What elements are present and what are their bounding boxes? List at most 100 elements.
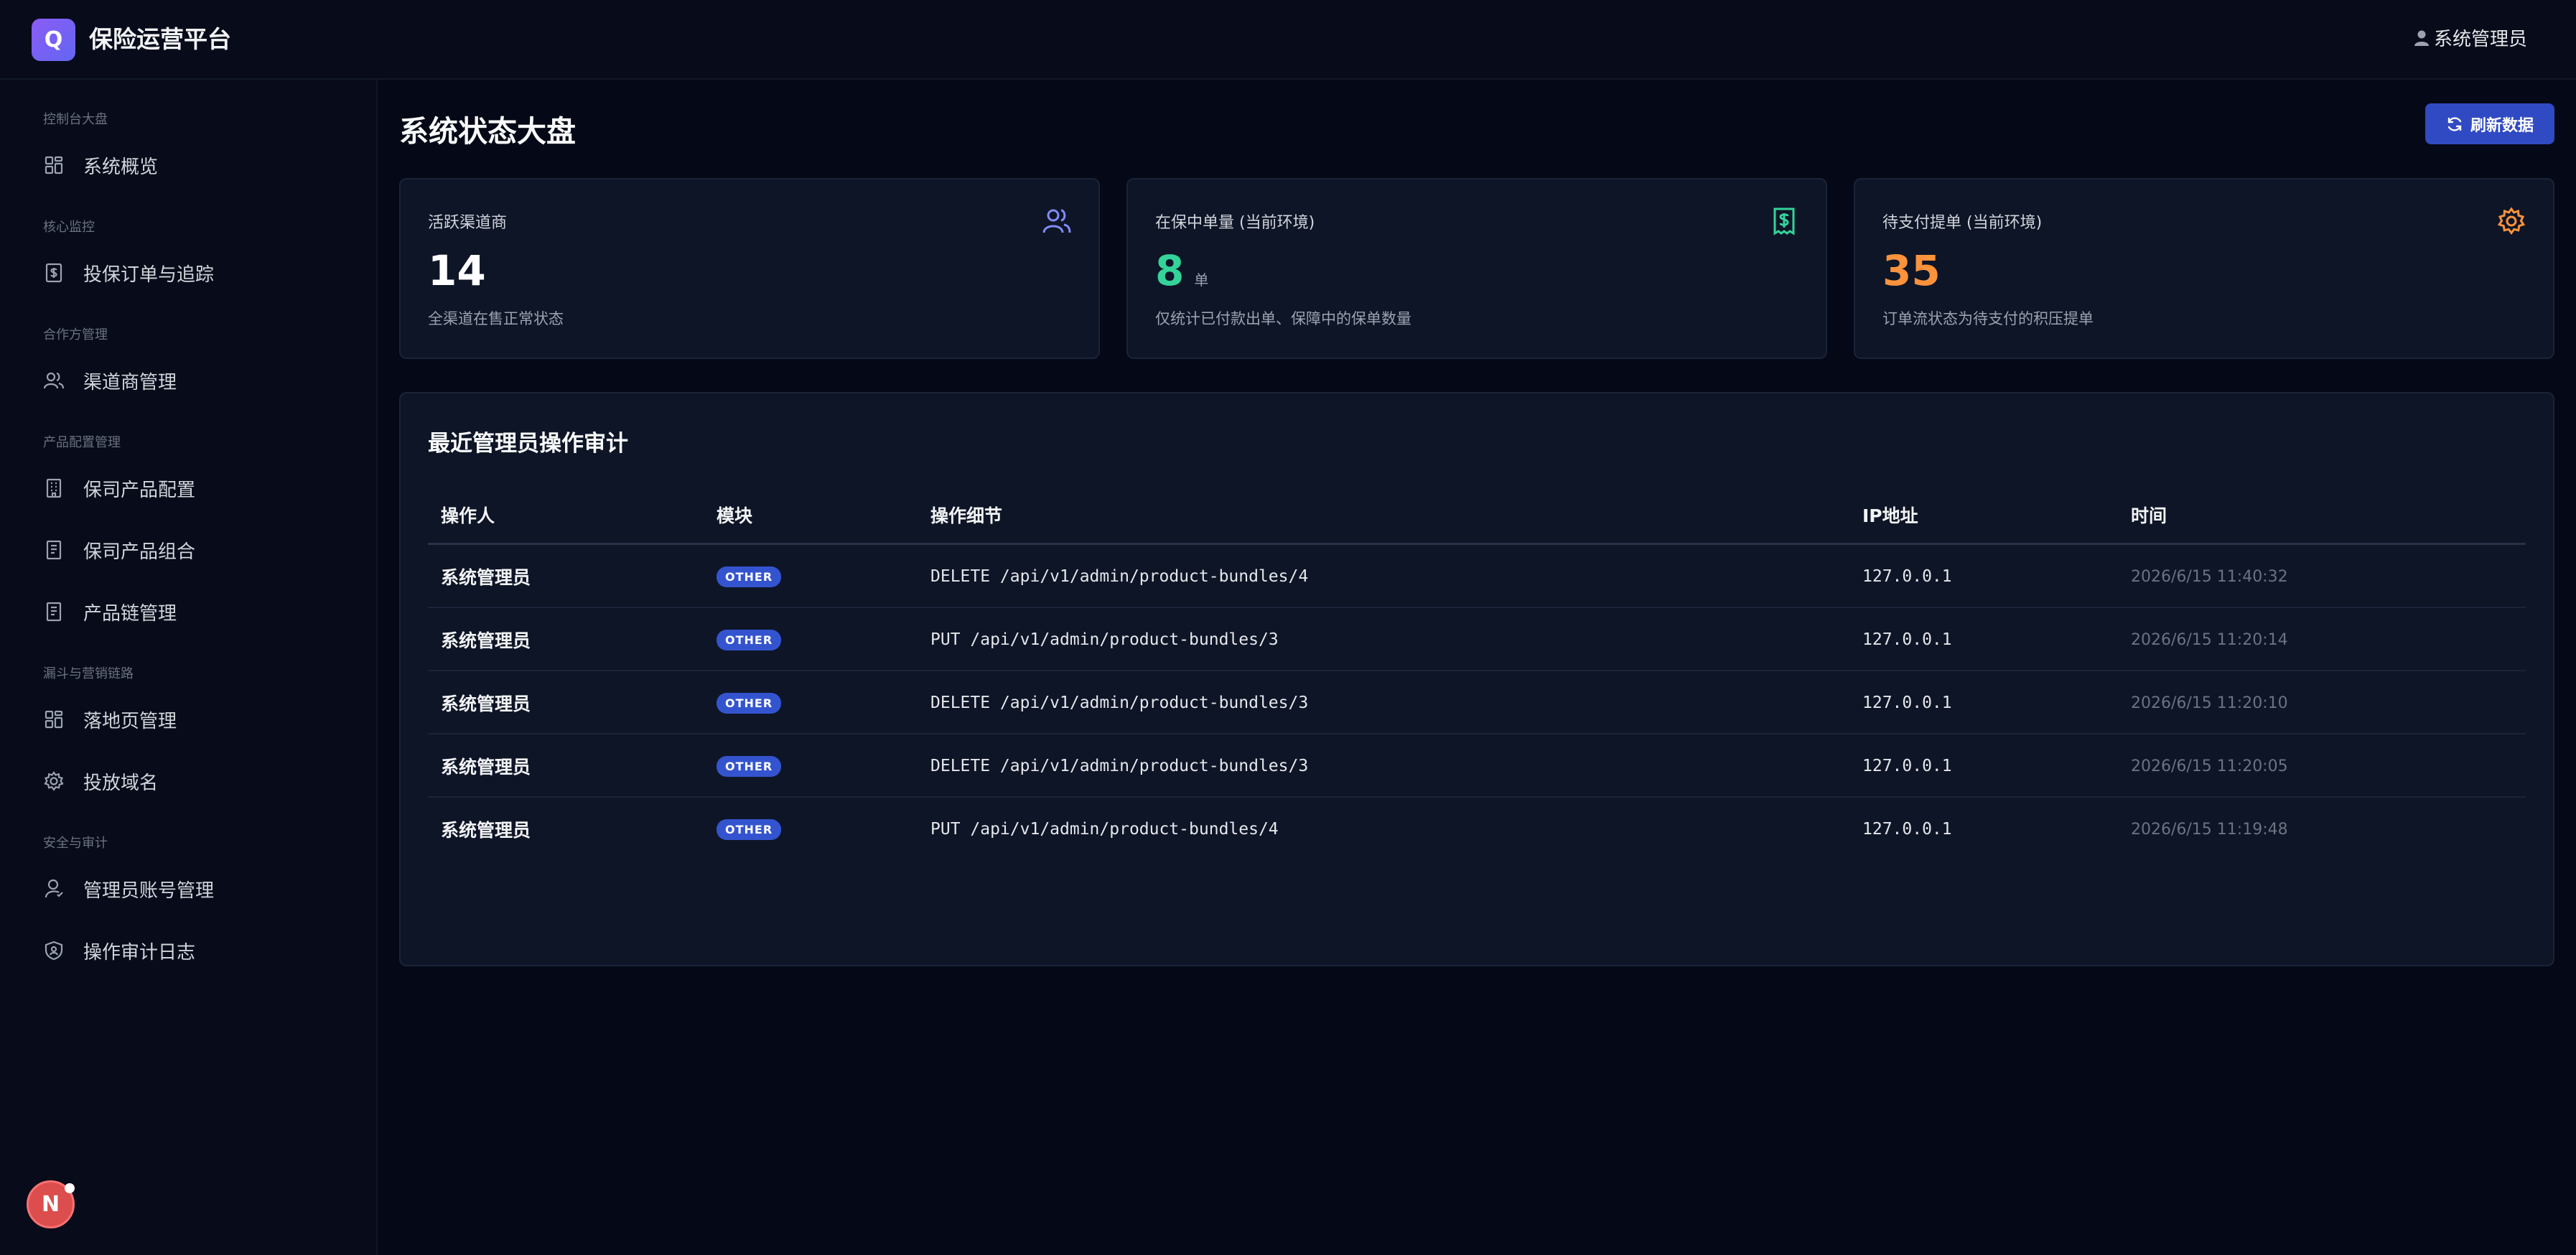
- top-header: Q 保险运营平台 系统管理员: [0, 0, 2576, 80]
- sidebar-item-insurer-products[interactable]: 保司产品配置: [43, 467, 359, 510]
- cell-operator: 系统管理员: [441, 820, 531, 841]
- sidebar-item-channels[interactable]: 渠道商管理: [43, 359, 359, 402]
- cell-time: 2026/6/15 11:20:10: [2131, 694, 2288, 712]
- stat-card-active-policies: 在保中单量 (当前环境) 8单 仅统计已付款出单、保障中的保单数量: [1126, 178, 1827, 359]
- table-row: 系统管理员 OTHER PUT /api/v1/admin/product-bu…: [428, 608, 2526, 671]
- gear-icon: [2497, 207, 2526, 235]
- cell-detail: DELETE /api/v1/admin/product-bundles/4: [930, 567, 1309, 586]
- cell-detail: DELETE /api/v1/admin/product-bundles/3: [930, 694, 1309, 712]
- column-header-ip: IP地址: [1862, 505, 1918, 526]
- sidebar-item-label: 投保订单与追踪: [83, 263, 215, 286]
- table-row: 系统管理员 OTHER DELETE /api/v1/admin/product…: [428, 734, 2526, 798]
- sidebar-item-orders[interactable]: 投保订单与追踪: [43, 251, 359, 294]
- cell-operator: 系统管理员: [441, 567, 531, 588]
- logo-letter: Q: [44, 27, 63, 52]
- sidebar-item-label: 管理员账号管理: [83, 880, 215, 902]
- cell-module: OTHER: [717, 608, 782, 671]
- cell-detail: PUT /api/v1/admin/product-bundles/4: [930, 820, 1279, 839]
- cell-module: OTHER: [717, 734, 782, 798]
- receipt-icon: [1773, 207, 1795, 235]
- sidebar-item-label: 渠道商管理: [83, 371, 177, 393]
- user-menu[interactable]: 系统管理员: [2414, 24, 2527, 51]
- sidebar-item-landing-pages[interactable]: 落地页管理: [43, 698, 359, 741]
- cell-time: 2026/6/15 11:20:05: [2131, 757, 2288, 775]
- dev-badge-letter: N: [41, 1192, 60, 1217]
- nav-group-products: 产品配置管理: [43, 435, 121, 450]
- user-icon: [43, 878, 65, 900]
- stat-card-pending-payments: 待支付提单 (当前环境) 35 订单流状态为待支付的积压提单: [1854, 178, 2554, 359]
- user-icon: [2414, 30, 2429, 46]
- module-badge: OTHER: [717, 566, 782, 587]
- cell-ip: 127.0.0.1: [1862, 694, 1952, 712]
- sidebar-item-label: 系统概览: [83, 156, 159, 178]
- shield-icon: [43, 940, 65, 961]
- cell-module: OTHER: [717, 671, 782, 734]
- module-badge: OTHER: [717, 629, 782, 650]
- cell-operator: 系统管理员: [441, 757, 531, 778]
- building-icon: [43, 477, 65, 499]
- cell-ip: 127.0.0.1: [1862, 630, 1952, 649]
- sidebar: 控制台大盘 系统概览 核心监控 投保订单与追踪 合作方管理 渠道商管理 产品配置…: [0, 80, 378, 1255]
- nav-group-security: 安全与审计: [43, 836, 108, 851]
- nav-group-dashboard: 控制台大盘: [43, 112, 108, 127]
- gear-icon: [43, 770, 65, 792]
- cell-ip: 127.0.0.1: [1862, 567, 1952, 586]
- audit-panel: 最近管理员操作审计 操作人 模块 操作细节 IP地址 时间 系统管理员 OTHE…: [399, 392, 2554, 966]
- column-header-module: 模块: [717, 505, 753, 526]
- sidebar-item-label: 保司产品组合: [83, 541, 196, 563]
- notification-dot: [65, 1183, 75, 1193]
- sidebar-item-admin-accounts[interactable]: 管理员账号管理: [43, 867, 359, 910]
- cell-operator: 系统管理员: [441, 630, 531, 651]
- column-header-operator: 操作人: [441, 505, 495, 526]
- document-icon: [43, 601, 65, 622]
- receipt-icon: [43, 262, 65, 284]
- app-logo[interactable]: Q: [32, 19, 75, 61]
- cell-detail: PUT /api/v1/admin/product-bundles/3: [930, 630, 1279, 649]
- stat-description: 仅统计已付款出单、保障中的保单数量: [1155, 310, 1411, 327]
- cell-ip: 127.0.0.1: [1862, 820, 1952, 839]
- grid-icon: [43, 709, 65, 730]
- stat-card-active-channels: 活跃渠道商 14 全渠道在售正常状态: [399, 178, 1100, 359]
- sidebar-item-product-bundles[interactable]: 保司产品组合: [43, 528, 359, 571]
- stat-value: 8单: [1155, 246, 1209, 295]
- stat-unit: 单: [1194, 271, 1209, 289]
- cell-ip: 127.0.0.1: [1862, 757, 1952, 775]
- refresh-icon: [2447, 116, 2462, 131]
- users-icon: [43, 370, 65, 391]
- document-icon: [43, 539, 65, 561]
- app-title: 保险运营平台: [89, 25, 231, 53]
- cell-operator: 系统管理员: [441, 694, 531, 714]
- nav-group-funnel: 漏斗与营销链路: [43, 666, 134, 681]
- main-content: 系统状态大盘 刷新数据 活跃渠道商 14 全渠道在售正常状态 在保中单量 (当前…: [378, 80, 2576, 1255]
- nav-group-partners: 合作方管理: [43, 327, 108, 342]
- cell-module: OTHER: [717, 798, 782, 861]
- column-header-time: 时间: [2131, 505, 2167, 526]
- module-badge: OTHER: [717, 692, 782, 714]
- stat-label: 待支付提单 (当前环境): [1882, 214, 2043, 232]
- stat-description: 全渠道在售正常状态: [428, 310, 564, 327]
- sidebar-item-label: 落地页管理: [83, 710, 177, 732]
- table-header: 操作人 模块 操作细节 IP地址 时间: [428, 482, 2526, 545]
- module-badge: OTHER: [717, 755, 782, 777]
- table-row: 系统管理员 OTHER PUT /api/v1/admin/product-bu…: [428, 798, 2526, 861]
- cell-time: 2026/6/15 11:40:32: [2131, 567, 2288, 586]
- sidebar-item-label: 产品链管理: [83, 602, 177, 625]
- sidebar-item-overview[interactable]: 系统概览: [43, 144, 359, 187]
- nav-group-monitor: 核心监控: [43, 220, 95, 235]
- users-icon: [1042, 209, 1071, 233]
- user-name: 系统管理员: [2433, 29, 2527, 50]
- stat-label: 活跃渠道商: [428, 214, 508, 232]
- cell-time: 2026/6/15 11:20:14: [2131, 630, 2288, 649]
- grid-icon: [43, 154, 65, 176]
- table-row: 系统管理员 OTHER DELETE /api/v1/admin/product…: [428, 671, 2526, 734]
- sidebar-item-domains[interactable]: 投放域名: [43, 760, 359, 803]
- audit-table: 操作人 模块 操作细节 IP地址 时间 系统管理员 OTHER DELETE /…: [428, 482, 2526, 861]
- audit-title: 最近管理员操作审计: [428, 431, 628, 457]
- module-badge: OTHER: [717, 818, 782, 840]
- sidebar-item-audit-log[interactable]: 操作审计日志: [43, 929, 359, 972]
- refresh-button[interactable]: 刷新数据: [2425, 103, 2554, 144]
- sidebar-item-product-chains[interactable]: 产品链管理: [43, 590, 359, 633]
- sidebar-item-label: 保司产品配置: [83, 479, 196, 501]
- sidebar-item-label: 投放域名: [83, 772, 159, 794]
- stat-value: 14: [428, 246, 486, 295]
